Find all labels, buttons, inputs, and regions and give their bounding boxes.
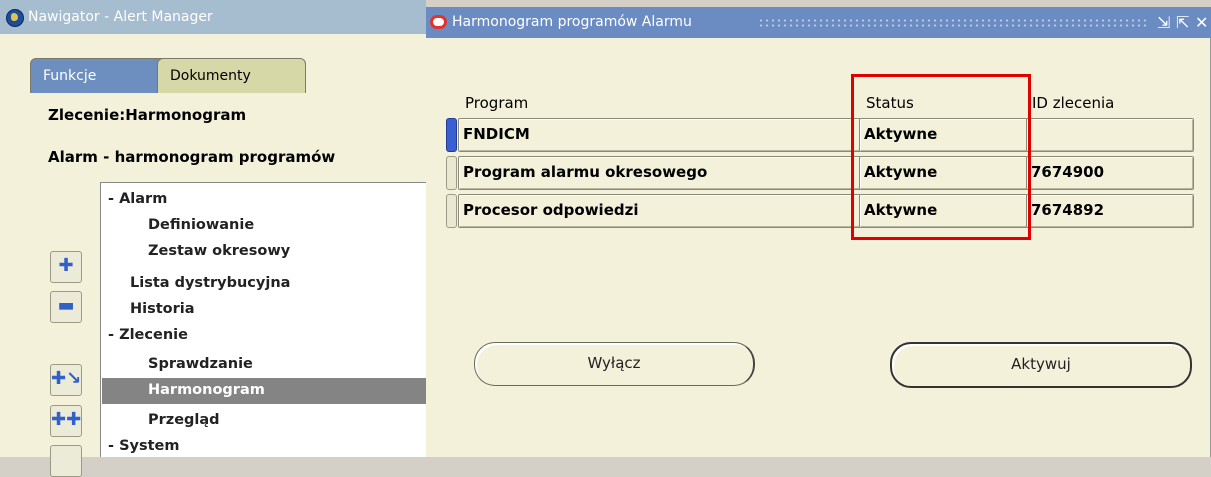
row-indicator[interactable] — [446, 194, 457, 228]
row-indicator[interactable] — [446, 156, 457, 190]
tree-item-przeglad[interactable]: Przegląd — [148, 412, 220, 428]
expand-branch-icon: ✚↘ — [51, 368, 82, 389]
expand-all-icon: ✚✚ — [51, 409, 82, 430]
deactivate-button[interactable]: Wyłącz — [474, 342, 755, 386]
tree-item-alarm[interactable]: - Alarm — [108, 191, 167, 207]
column-header-program: Program — [465, 94, 529, 112]
navigator-titlebar[interactable]: Nawigator - Alert Manager — [0, 0, 426, 34]
id-field[interactable] — [1026, 118, 1194, 152]
expand-all-button[interactable]: ✚✚ — [50, 405, 82, 437]
collapse-button[interactable]: ▬ — [50, 291, 82, 323]
row-indicator[interactable] — [446, 118, 457, 152]
tree-item-definiowanie[interactable]: Definiowanie — [148, 217, 254, 233]
activate-button[interactable]: Aktywuj — [890, 342, 1192, 388]
tree-item-historia[interactable]: Historia — [130, 301, 195, 317]
navigator-title: Nawigator - Alert Manager — [28, 9, 213, 25]
expand-icon: ✚ — [58, 255, 74, 276]
status-highlight-box — [851, 74, 1031, 240]
tree-item-zlecenie[interactable]: - Zlecenie — [108, 327, 188, 343]
tree-item-zestaw-okresowy[interactable]: Zestaw okresowy — [148, 243, 290, 259]
tree-item-harmonogram[interactable]: Harmonogram — [148, 382, 265, 398]
deactivate-label: Wyłącz — [587, 354, 641, 372]
program-field[interactable]: Program alarmu okresowego — [458, 156, 861, 190]
maximize-icon[interactable]: ⇱ — [1176, 7, 1189, 38]
tab-dokumenty-label: Dokumenty — [170, 68, 251, 84]
oracle-icon — [430, 15, 447, 29]
collapse-icon: ▬ — [57, 295, 75, 316]
collapse-all-button[interactable] — [50, 445, 82, 477]
tab-dokumenty[interactable]: Dokumenty — [157, 58, 306, 93]
id-field[interactable]: 7674900 — [1026, 156, 1194, 190]
minimize-icon[interactable]: ⇲ — [1157, 7, 1170, 38]
titlebar-texture — [758, 18, 1148, 28]
column-header-id: ID zlecenia — [1032, 94, 1115, 112]
tree-item-sprawdzanie[interactable]: Sprawdzanie — [148, 356, 253, 372]
id-field[interactable]: 7674892 — [1026, 194, 1194, 228]
tab-funkcje[interactable]: Funkcje — [30, 58, 171, 93]
tree-item-lista-dystrybucyjna[interactable]: Lista dystrybucyjna — [130, 275, 290, 291]
expand-button[interactable]: ✚ — [50, 251, 82, 283]
dialog-titlebar[interactable]: Harmonogram programów Alarmu ⇲ ⇱ ✕ — [426, 7, 1211, 38]
tree-item-system[interactable]: - System — [108, 438, 179, 454]
program-field[interactable]: Procesor odpowiedzi — [458, 194, 861, 228]
tab-funkcje-label: Funkcje — [43, 68, 97, 84]
expand-branch-button[interactable]: ✚↘ — [50, 364, 82, 396]
function-label: Alarm - harmonogram programów — [48, 148, 336, 166]
context-label: Zlecenie:Harmonogram — [48, 106, 247, 124]
program-field[interactable]: FNDICM — [458, 118, 861, 152]
close-icon[interactable]: ✕ — [1195, 7, 1208, 38]
dialog-title: Harmonogram programów Alarmu — [452, 14, 692, 30]
globe-icon — [6, 9, 24, 27]
activate-label: Aktywuj — [1011, 355, 1071, 373]
